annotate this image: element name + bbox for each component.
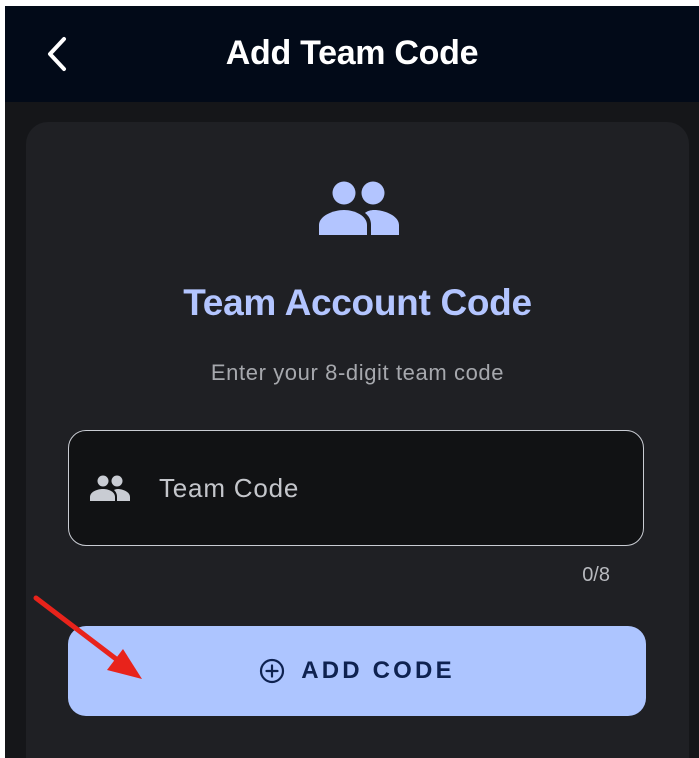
add-code-button[interactable]: ADD CODE <box>68 626 646 716</box>
app-bar: Add Team Code <box>5 6 699 102</box>
add-code-label: ADD CODE <box>301 657 455 684</box>
team-code-card: Team Account Code Enter your 8-digit tea… <box>26 122 689 758</box>
group-icon <box>319 181 399 235</box>
app-screen: Add Team Code Team Account Code Enter yo… <box>5 6 699 758</box>
team-code-input[interactable] <box>159 465 619 511</box>
character-counter: 0/8 <box>582 564 610 586</box>
card-title: Team Account Code <box>183 282 532 323</box>
group-icon <box>90 475 130 501</box>
team-code-field[interactable] <box>68 430 644 546</box>
page-title: Add Team Code <box>225 34 479 72</box>
plus-circle-icon <box>260 658 285 684</box>
card-subtitle: Enter your 8-digit team code <box>210 360 505 385</box>
